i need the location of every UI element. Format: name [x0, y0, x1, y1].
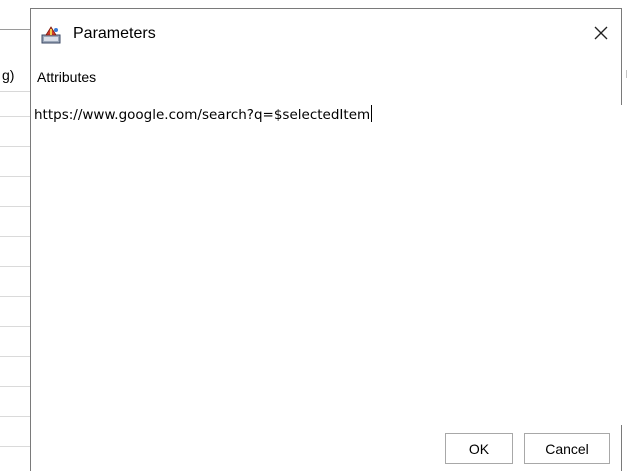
parameters-dialog: Parameters Attributes https://www.google… — [30, 8, 623, 471]
background-edge-mark — [626, 70, 627, 78]
ok-button[interactable]: OK — [445, 433, 513, 464]
background-table-row-line — [0, 416, 32, 417]
close-icon[interactable] — [593, 25, 609, 41]
background-table-row-line — [0, 326, 32, 327]
background-table-row-line — [0, 146, 32, 147]
background-table-row-line — [0, 446, 32, 447]
background-divider — [0, 29, 30, 30]
attributes-label: Attributes — [37, 69, 97, 85]
background-column-header[interactable]: g) — [0, 58, 32, 92]
attributes-text-area[interactable]: https://www.google.com/search?q=$selecte… — [32, 105, 623, 425]
close-button[interactable] — [581, 15, 621, 51]
text-caret — [371, 105, 373, 122]
background-table-row-line — [0, 236, 32, 237]
dialog-title: Parameters — [73, 25, 156, 42]
background-table-row-line — [0, 296, 32, 297]
cancel-button[interactable]: Cancel — [524, 433, 610, 464]
background-table-row-line — [0, 356, 32, 357]
dialog-titlebar[interactable]: Parameters — [31, 9, 621, 53]
background-table-row-line — [0, 116, 32, 117]
background-table-row-line — [0, 386, 32, 387]
background-table-row-line — [0, 206, 32, 207]
attributes-text-value: https://www.google.com/search?q=$selecte… — [34, 107, 371, 123]
background-table-row-line — [0, 176, 32, 177]
screen: g) Parameters Attributes https://www.goo… — [0, 0, 631, 471]
app-icon — [41, 26, 61, 44]
background-table-row-line — [0, 266, 32, 267]
